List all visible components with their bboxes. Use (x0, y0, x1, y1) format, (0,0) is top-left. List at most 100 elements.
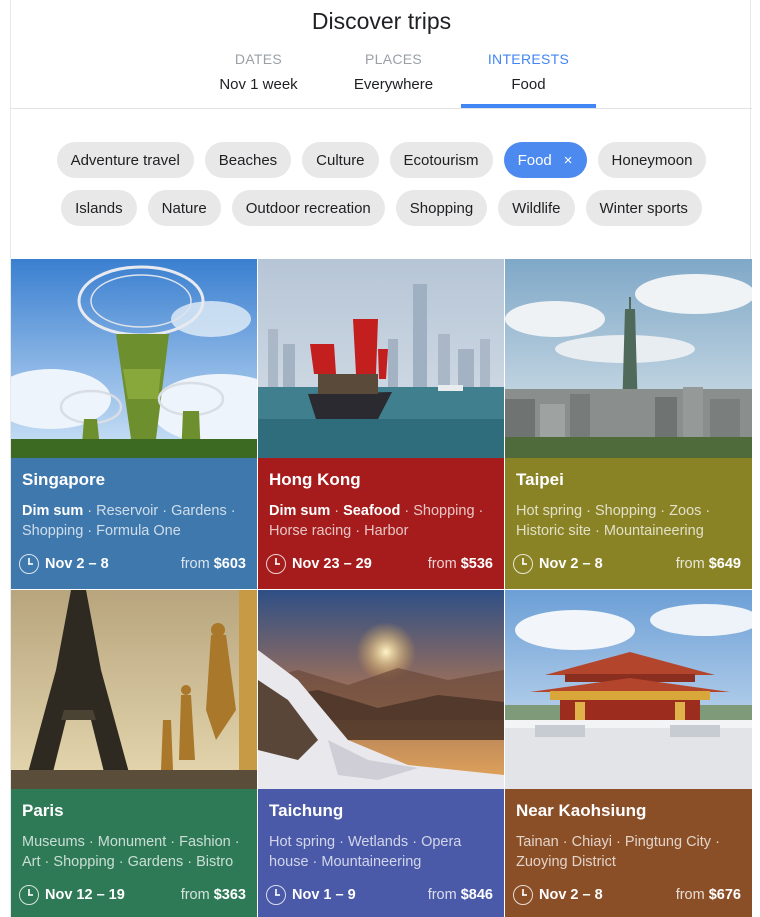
destination-price: from $846 (428, 887, 493, 903)
destination-card-singapore[interactable]: Singapore Dim sum · Reservoir · Gardens … (11, 259, 257, 589)
destination-photo-paris (11, 590, 257, 789)
chip-winter-sports[interactable]: Winter sports (585, 190, 702, 226)
chip-culture[interactable]: Culture (302, 142, 379, 178)
chip-food-selected[interactable]: Food × (503, 142, 587, 178)
tag-separator: · (558, 834, 572, 850)
price-value: $603 (213, 556, 246, 572)
chip-adventure-travel[interactable]: Adventure travel (56, 142, 194, 178)
destination-city: Singapore (22, 470, 106, 489)
price-value: $649 (708, 556, 741, 572)
destination-city: Near Kaohsiung (516, 801, 647, 820)
destination-info: Near Kaohsiung Tainan · Chiayi · Pingtun… (505, 789, 752, 917)
tab-dates[interactable]: DATES Nov 1 week (191, 50, 326, 108)
destination-dates: Nov 2 – 8 (539, 556, 603, 572)
price-prefix: from (180, 887, 210, 903)
price-prefix: from (675, 887, 705, 903)
tag: Mountaineering (603, 523, 704, 539)
price-prefix: from (427, 887, 457, 903)
tag-separator: · (226, 503, 236, 519)
tabs-divider (11, 108, 752, 109)
chip-honeymoon[interactable]: Honeymoon (597, 142, 707, 178)
clock-icon (19, 554, 39, 574)
destination-footer: Nov 12 – 19 from $363 (19, 885, 246, 905)
destination-price: from $649 (676, 556, 741, 572)
destination-tags: Tainan · Chiayi · Pingtung City · Zuoyin… (516, 832, 741, 872)
destination-info: Singapore Dim sum · Reservoir · Gardens … (11, 458, 257, 589)
tag-separator: · (400, 503, 414, 519)
tag: Fashion (179, 834, 231, 850)
tag-highlight: Dim sum (269, 503, 331, 519)
tag: Bistro (196, 854, 234, 870)
destination-tags: Dim sum · Reservoir · Gardens · Shopping… (22, 501, 246, 541)
destination-card-paris[interactable]: Paris Museums · Monument · Fashion · Art… (11, 590, 257, 917)
destination-footer: Nov 2 – 8 from $676 (513, 885, 741, 905)
tag-separator: · (40, 854, 54, 870)
tag-separator: · (330, 503, 344, 519)
price-prefix: from (427, 556, 457, 572)
clock-icon (266, 554, 286, 574)
destination-card-near-kaohsiung[interactable]: Near Kaohsiung Tainan · Chiayi · Pingtun… (505, 590, 752, 917)
destination-city: Taipei (516, 470, 564, 489)
destination-card-taichung[interactable]: Taichung Hot spring · Wetlands · Opera h… (258, 590, 504, 917)
tag: Museums (22, 834, 85, 850)
destination-dates: Nov 23 – 29 (292, 556, 372, 572)
tag: Shopping (413, 503, 475, 519)
destination-photo-taichung (258, 590, 504, 789)
tag-separator: · (308, 854, 322, 870)
tag-separator: · (230, 834, 240, 850)
destination-dates: Nov 1 – 9 (292, 887, 356, 903)
tag: Shopping (53, 854, 115, 870)
tag: Shopping (22, 523, 84, 539)
chip-outdoor-recreation[interactable]: Outdoor recreation (231, 190, 385, 226)
destination-price: from $676 (676, 887, 741, 903)
tab-label: PLACES (364, 51, 423, 67)
tab-places[interactable]: PLACES Everywhere (326, 50, 461, 108)
tag: Chiayi (571, 834, 612, 850)
tag: Art (22, 854, 41, 870)
chip-ecotourism[interactable]: Ecotourism (389, 142, 493, 178)
tag-highlight: Seafood (343, 503, 401, 519)
tag-separator: · (590, 523, 604, 539)
tag-separator: · (84, 834, 98, 850)
tab-value: Nov 1 week (219, 76, 298, 93)
tag: Reservoir (96, 503, 159, 519)
tag: Mountaineering (321, 854, 422, 870)
tag-separator: · (408, 834, 422, 850)
destination-footer: Nov 2 – 8 from $603 (19, 554, 246, 574)
destination-card-taipei[interactable]: Taipei Hot spring · Shopping · Zoos · Hi… (505, 259, 752, 589)
tab-value: Food (511, 76, 546, 93)
destination-footer: Nov 2 – 8 from $649 (513, 554, 741, 574)
destination-footer: Nov 1 – 9 from $846 (266, 885, 493, 905)
tag-separator: · (582, 503, 595, 519)
close-icon[interactable]: × (564, 152, 573, 169)
chip-row: Islands Nature Outdoor recreation Shoppi… (11, 190, 752, 226)
tag-separator: · (83, 503, 97, 519)
tag: Hot spring (269, 834, 336, 850)
tab-interests[interactable]: INTERESTS Food (461, 50, 596, 108)
chip-beaches[interactable]: Beaches (204, 142, 292, 178)
tag-separator: · (83, 523, 97, 539)
tag-separator: · (158, 503, 172, 519)
chip-nature[interactable]: Nature (147, 190, 221, 226)
tag: Zoos (669, 503, 702, 519)
tag: Pingtung City (624, 834, 712, 850)
chip-shopping[interactable]: Shopping (395, 190, 488, 226)
price-prefix: from (675, 556, 705, 572)
destination-city: Taichung (269, 801, 344, 820)
chip-wildlife[interactable]: Wildlife (498, 190, 575, 226)
tab-value: Everywhere (353, 76, 434, 93)
price-value: $536 (460, 556, 493, 572)
destination-dates: Nov 2 – 8 (45, 556, 109, 572)
destination-photo-taipei (505, 259, 752, 458)
destination-card-hong-kong[interactable]: Hong Kong Dim sum · Seafood · Shopping ·… (258, 259, 504, 589)
tag-separator: · (351, 523, 365, 539)
destination-dates: Nov 2 – 8 (539, 887, 603, 903)
tab-label: DATES (234, 51, 283, 67)
destination-dates: Nov 12 – 19 (45, 887, 125, 903)
tag: Wetlands (347, 834, 409, 850)
clock-icon (513, 554, 533, 574)
destination-photo-singapore (11, 259, 257, 458)
chip-label: Food (517, 151, 552, 169)
interest-chips: Adventure travel Beaches Culture Ecotour… (11, 142, 752, 238)
chip-islands[interactable]: Islands (61, 190, 137, 226)
